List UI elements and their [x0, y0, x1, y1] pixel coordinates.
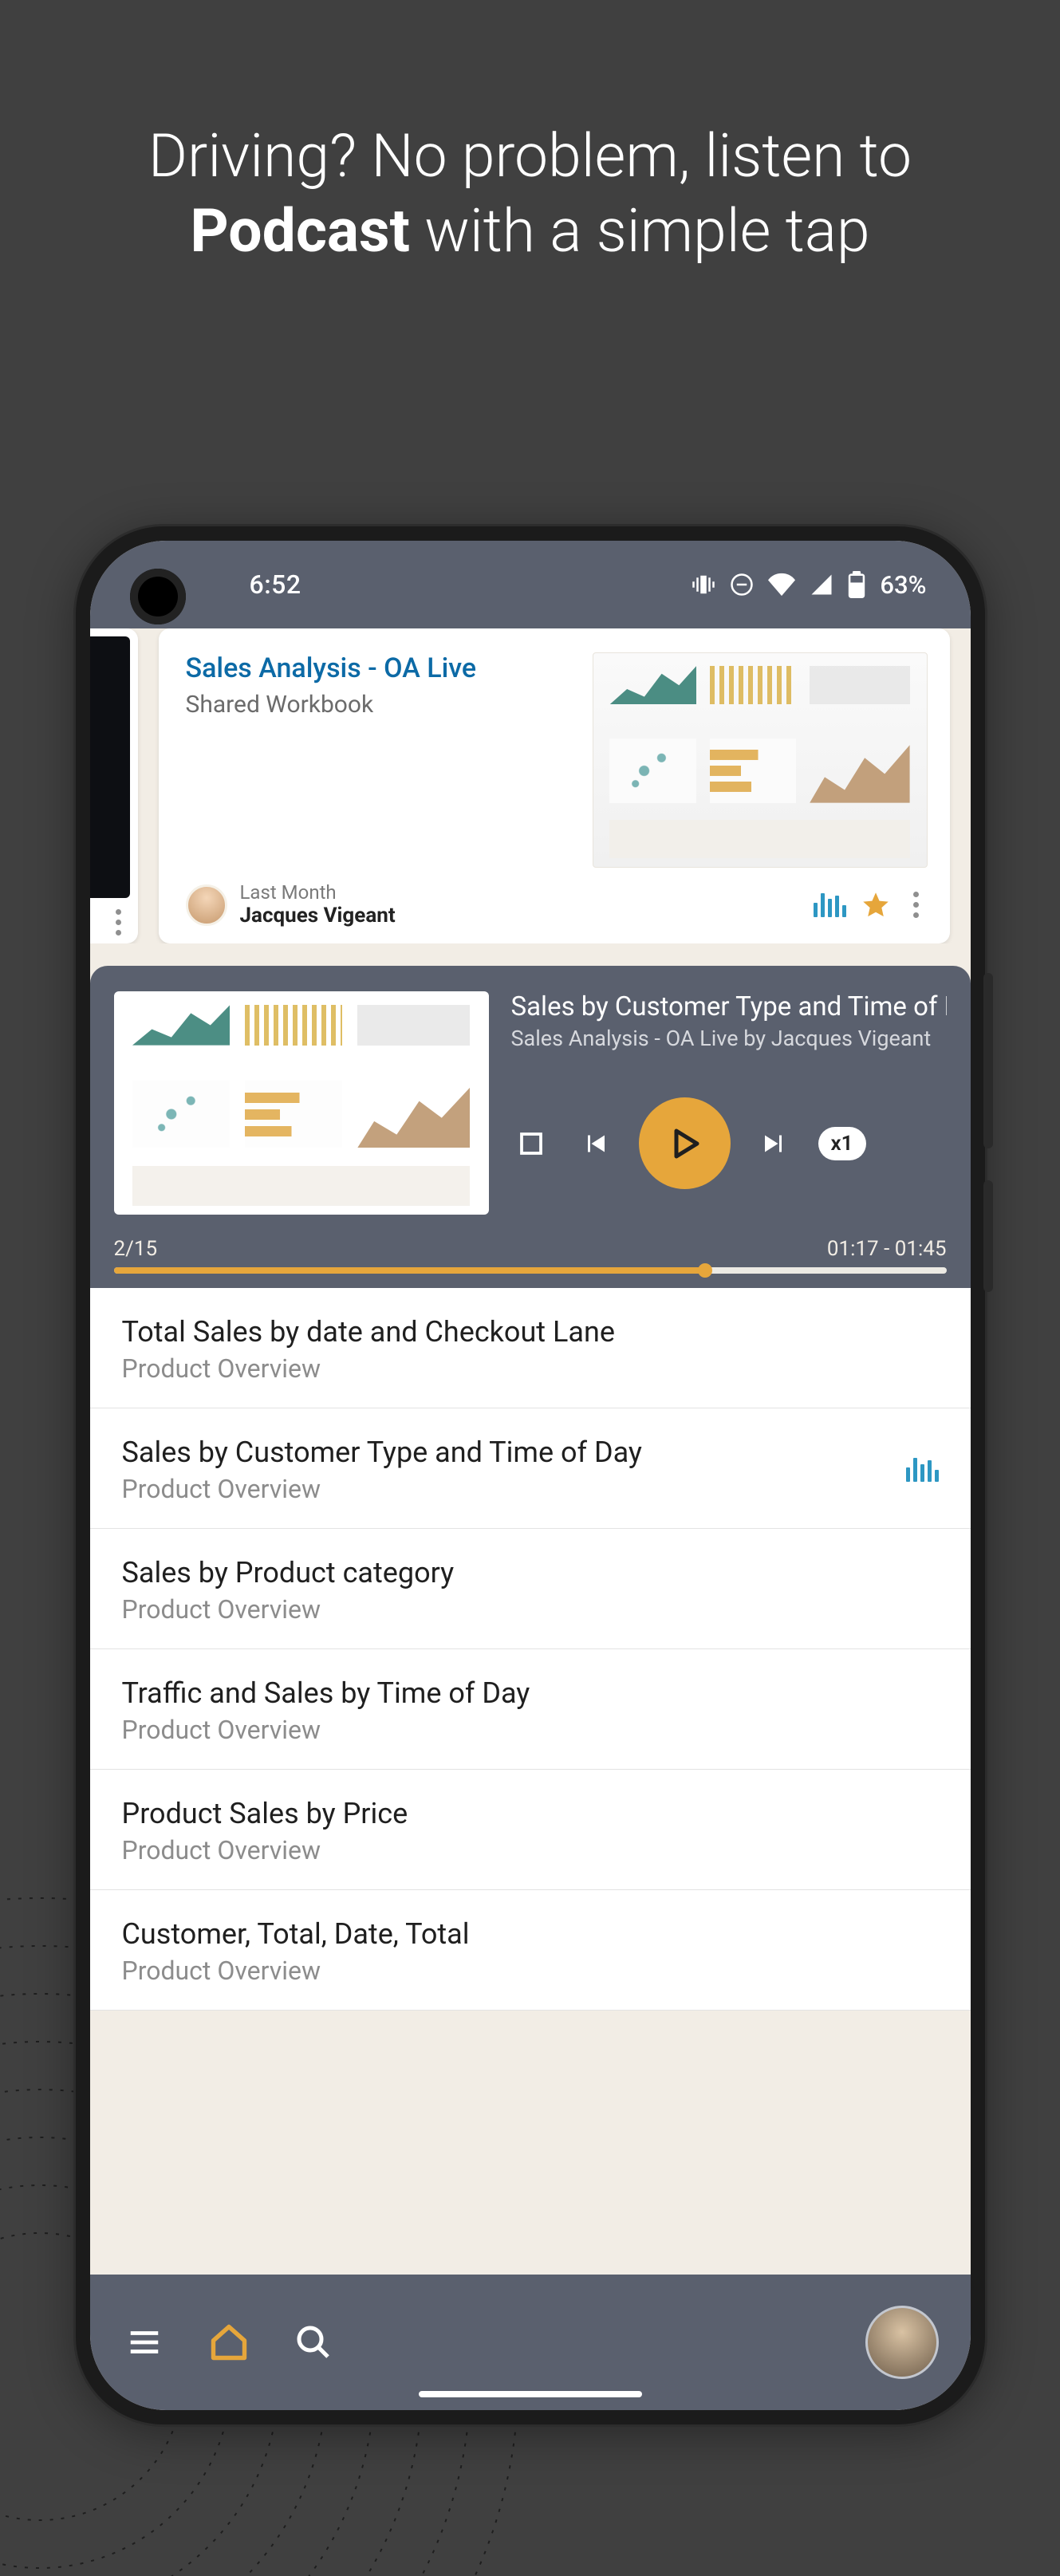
podcast-player: Sales by Customer Type and Time of Day S…	[90, 966, 971, 1288]
star-filled-icon[interactable]	[859, 888, 893, 922]
wifi-icon	[768, 573, 795, 597]
episode-item[interactable]: Customer, Total, Date, Total Product Over…	[90, 1890, 971, 2011]
search-button[interactable]	[291, 2320, 336, 2365]
workbook-thumbnail	[593, 652, 928, 868]
episode-title: Product Sales by Price	[122, 1797, 939, 1830]
now-playing-icon	[906, 1458, 939, 1482]
workbook-thumbnail	[90, 636, 130, 898]
track-time: 01:17 - 01:45	[827, 1237, 947, 1261]
episode-title: Sales by Product category	[122, 1556, 939, 1589]
workbook-card-previous[interactable]	[90, 628, 138, 943]
progress-slider[interactable]	[114, 1267, 947, 1274]
episode-subtitle: Product Overview	[122, 1594, 939, 1625]
profile-avatar[interactable]	[865, 2306, 939, 2379]
home-button[interactable]	[207, 2320, 251, 2365]
episode-item[interactable]: Sales by Customer Type and Time of Day Pr…	[90, 1408, 971, 1529]
episode-title: Sales by Customer Type and Time of Day	[122, 1436, 890, 1469]
more-icon[interactable]	[108, 909, 130, 935]
gesture-bar	[419, 2391, 642, 2397]
phone-frame: 6:52 63%	[76, 526, 985, 2424]
vibrate-icon	[692, 573, 715, 597]
marketing-headline: Driving? No problem, listen to Podcast w…	[0, 120, 1060, 270]
episode-subtitle: Product Overview	[122, 1474, 890, 1504]
status-time: 6:52	[250, 569, 301, 600]
previous-button[interactable]	[575, 1124, 615, 1164]
signal-icon	[810, 573, 833, 597]
dnd-icon	[730, 573, 754, 597]
episode-list: Total Sales by date and Checkout Lane Pro…	[90, 1288, 971, 2011]
episode-item[interactable]: Sales by Product category Product Overvie…	[90, 1529, 971, 1649]
battery-icon	[848, 571, 865, 598]
episode-item[interactable]: Traffic and Sales by Time of Day Product …	[90, 1649, 971, 1770]
next-button[interactable]	[755, 1124, 794, 1164]
now-playing-icon	[814, 893, 846, 917]
status-bar: 6:52 63%	[90, 541, 971, 628]
player-title: Sales by Customer Type and Time of Day	[511, 991, 947, 1022]
episode-subtitle: Product Overview	[122, 1956, 939, 1986]
episode-subtitle: Product Overview	[122, 1715, 939, 1745]
episode-item[interactable]: Total Sales by date and Checkout Lane Pro…	[90, 1288, 971, 1408]
bottom-nav	[90, 2275, 971, 2410]
battery-percentage: 63%	[880, 570, 926, 600]
episode-title: Total Sales by date and Checkout Lane	[122, 1315, 939, 1349]
more-icon[interactable]	[905, 892, 928, 918]
episode-title: Traffic and Sales by Time of Day	[122, 1676, 939, 1710]
player-thumbnail	[114, 991, 489, 1215]
stop-button[interactable]	[511, 1124, 551, 1164]
workbook-subtitle: Shared Workbook	[186, 691, 572, 719]
play-button[interactable]	[639, 1097, 731, 1189]
playback-speed-button[interactable]: x1	[818, 1127, 866, 1160]
workbook-carousel[interactable]: Sales Analysis - OA Live Shared Workbook…	[90, 628, 971, 943]
track-position: 2/15	[114, 1237, 158, 1261]
episode-subtitle: Product Overview	[122, 1353, 939, 1384]
menu-button[interactable]	[122, 2320, 167, 2365]
player-subtitle: Sales Analysis - OA Live by Jacques Vige…	[511, 1026, 947, 1051]
episode-item[interactable]: Product Sales by Price Product Overview	[90, 1770, 971, 1890]
workbook-modified: Last Month	[240, 882, 801, 904]
episode-title: Customer, Total, Date, Total	[122, 1917, 939, 1951]
episode-subtitle: Product Overview	[122, 1835, 939, 1865]
workbook-card[interactable]: Sales Analysis - OA Live Shared Workbook…	[159, 628, 950, 943]
workbook-author: Jacques Vigeant	[240, 904, 801, 928]
workbook-title: Sales Analysis - OA Live	[186, 652, 572, 684]
author-avatar	[186, 884, 227, 926]
front-camera	[130, 569, 186, 624]
